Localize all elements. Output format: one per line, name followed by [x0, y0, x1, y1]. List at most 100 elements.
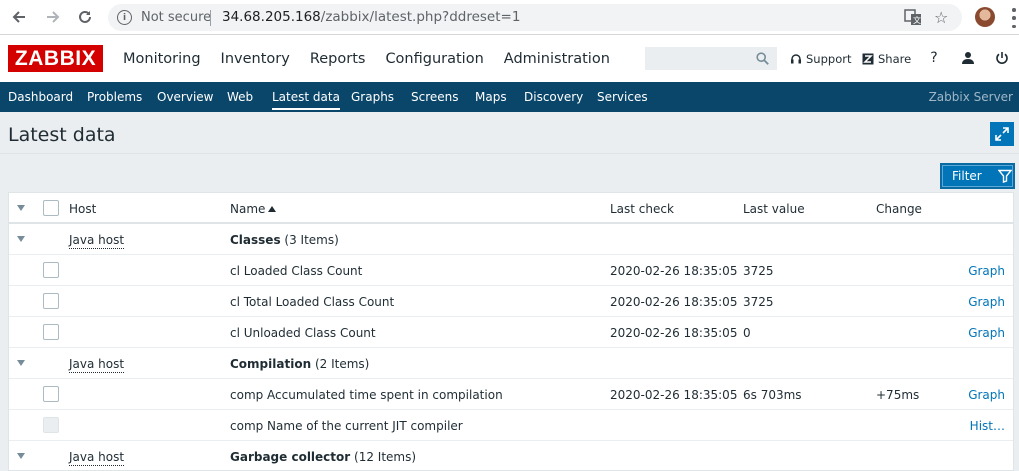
graph-link[interactable]: Graph — [968, 295, 1005, 309]
zabbix-header: ZABBIX Monitoring Inventory Reports Conf… — [0, 35, 1019, 82]
menu-inventory[interactable]: Inventory — [221, 51, 290, 67]
row-checkbox[interactable] — [43, 324, 59, 340]
submenu-latest-data[interactable]: Latest data — [272, 90, 340, 110]
profile-avatar[interactable] — [975, 7, 995, 27]
group-count: (3 Items) — [284, 233, 339, 247]
item-last-value: 3725 — [743, 264, 774, 278]
reload-icon[interactable] — [74, 6, 96, 28]
share-label: Share — [878, 52, 912, 66]
page-title: Latest data — [8, 124, 116, 146]
group-name: Classes — [230, 233, 281, 247]
filter-label: Filter — [952, 169, 982, 183]
item-change: +75ms — [876, 388, 920, 402]
table-group-row: Java host Compilation (2 Items) — [9, 348, 1013, 379]
menu-monitoring[interactable]: Monitoring — [123, 51, 201, 67]
row-checkbox[interactable] — [43, 293, 59, 309]
forward-icon[interactable] — [42, 6, 64, 28]
user-profile-icon[interactable] — [960, 50, 976, 66]
browser-toolbar: i Not secure 34.68.205.168/zabbix/latest… — [0, 0, 1019, 35]
graph-link[interactable]: Graph — [968, 264, 1005, 278]
group-count: (2 Items) — [314, 357, 370, 371]
submenu-screens[interactable]: Screens — [411, 90, 459, 104]
search-input[interactable] — [645, 47, 777, 70]
submenu-discovery[interactable]: Discovery — [524, 90, 583, 104]
menu-configuration[interactable]: Configuration — [385, 51, 483, 67]
sort-ascending-icon — [268, 206, 277, 212]
collapse-all-icon[interactable] — [17, 205, 25, 211]
group-name: Garbage collector — [230, 450, 351, 464]
filter-button[interactable]: Filter — [940, 163, 1015, 189]
submenu-web[interactable]: Web — [227, 90, 253, 104]
divider — [210, 10, 211, 26]
host-link[interactable]: Java host — [69, 357, 125, 373]
table-header: Host Name Last check Last value Change — [9, 193, 1013, 224]
row-checkbox[interactable] — [43, 262, 59, 278]
item-last-value: 3725 — [743, 295, 774, 309]
support-link[interactable]: Support — [790, 52, 851, 66]
star-icon[interactable]: ☆ — [934, 8, 948, 27]
url-host: 34.68.205.168 — [222, 9, 321, 25]
expand-icon — [995, 127, 1009, 141]
row-checkbox[interactable] — [43, 386, 59, 402]
share-link[interactable]: Share — [862, 52, 911, 66]
submenu-services[interactable]: Services — [597, 90, 648, 104]
graph-link[interactable]: Graph — [968, 326, 1005, 340]
group-title: Classes (3 Items) — [230, 233, 339, 247]
address-bar[interactable]: i Not secure 34.68.205.168/zabbix/latest… — [108, 4, 962, 31]
headset-icon — [791, 54, 801, 64]
column-name-label: Name — [230, 202, 266, 216]
url-path: /zabbix/latest.php?ddreset=1 — [320, 9, 521, 25]
translate-icon[interactable]: 文 — [904, 9, 922, 26]
graph-link[interactable]: Graph — [968, 388, 1005, 402]
host-link[interactable]: Java host — [69, 233, 125, 249]
submenu-dashboard[interactable]: Dashboard — [8, 90, 73, 104]
search-icon[interactable] — [756, 52, 769, 65]
column-host[interactable]: Host — [69, 202, 96, 216]
group-count: (12 Items) — [354, 450, 417, 464]
sub-menu: Dashboard Problems Overview Web Latest d… — [0, 82, 1019, 112]
column-last-value: Last value — [743, 202, 805, 216]
main-menu: Monitoring Inventory Reports Configurati… — [123, 51, 630, 67]
table-row: cl Loaded Class Count 2020-02-26 18:35:0… — [9, 255, 1013, 286]
group-name: Compilation — [230, 357, 312, 371]
filter-icon — [997, 169, 1012, 183]
zabbix-logo[interactable]: ZABBIX — [8, 45, 103, 72]
table-group-row: Java host Classes (3 Items) — [9, 224, 1013, 255]
collapse-group-icon[interactable] — [17, 236, 25, 242]
item-name: comp Name of the current JIT compiler — [230, 419, 463, 433]
history-link[interactable]: Hist… — [970, 419, 1005, 433]
table-row: comp Name of the current JIT compiler Hi… — [9, 410, 1013, 441]
latest-data-table: Host Name Last check Last value Change J… — [8, 192, 1014, 471]
table-row: comp Accumulated time spent in compilati… — [9, 379, 1013, 410]
select-all-checkbox[interactable] — [43, 200, 59, 216]
column-last-check[interactable]: Last check — [610, 202, 674, 216]
collapse-group-icon[interactable] — [17, 453, 25, 459]
item-last-check: 2020-02-26 18:35:05 — [610, 326, 738, 340]
submenu-maps[interactable]: Maps — [475, 90, 507, 104]
menu-reports[interactable]: Reports — [310, 51, 366, 67]
fullscreen-button[interactable] — [990, 122, 1014, 146]
sign-out-icon[interactable] — [994, 50, 1010, 66]
column-name[interactable]: Name — [230, 202, 277, 216]
submenu-graphs[interactable]: Graphs — [351, 90, 394, 104]
item-last-check: 2020-02-26 18:35:05 — [610, 388, 738, 402]
item-last-value: 6s 703ms — [743, 388, 802, 402]
back-icon[interactable] — [8, 6, 30, 28]
svg-text:文: 文 — [913, 15, 921, 25]
menu-administration[interactable]: Administration — [504, 51, 610, 67]
help-icon[interactable]: ? — [926, 50, 942, 66]
info-icon[interactable]: i — [117, 10, 132, 25]
item-last-value: 0 — [743, 326, 751, 340]
item-name: cl Total Loaded Class Count — [230, 295, 395, 309]
host-link[interactable]: Java host — [69, 450, 125, 466]
browser-menu-icon[interactable] — [1011, 8, 1017, 28]
share-icon — [862, 53, 874, 65]
submenu-overview[interactable]: Overview — [157, 90, 214, 104]
item-name: cl Loaded Class Count — [230, 264, 363, 278]
collapse-group-icon[interactable] — [17, 360, 25, 366]
server-name: Zabbix Server — [928, 90, 1013, 104]
item-last-check: 2020-02-26 18:35:05 — [610, 295, 738, 309]
url-text[interactable]: 34.68.205.168/zabbix/latest.php?ddreset=… — [222, 9, 520, 25]
submenu-problems[interactable]: Problems — [87, 90, 142, 104]
row-checkbox-disabled — [43, 417, 59, 433]
